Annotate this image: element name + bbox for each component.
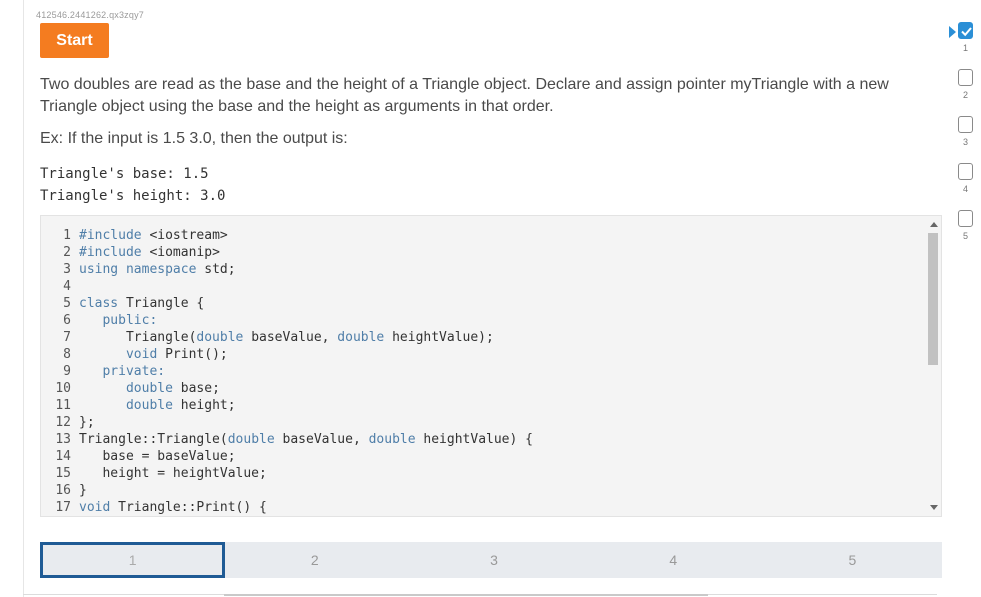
line-number: 12 [55, 415, 71, 430]
code-text[interactable]: #include <iomanip> [79, 244, 220, 261]
step-number: 1 [962, 43, 968, 53]
example-text: Ex: If the input is 1.5 3.0, then the ou… [40, 130, 348, 147]
code-line[interactable]: 16} [41, 482, 533, 499]
code-line[interactable]: 11 double height; [41, 397, 533, 414]
code-text[interactable]: double height; [79, 397, 236, 414]
checkbox-icon [958, 210, 973, 227]
code-line[interactable]: 5 class Triangle { [41, 295, 533, 312]
step-number: 5 [962, 231, 968, 241]
line-number: 1 [63, 228, 71, 243]
progress-step-4: 4 [958, 163, 976, 210]
checkbox-icon [958, 116, 973, 133]
left-divider [23, 0, 24, 597]
line-number: 16 [55, 483, 71, 498]
prompt-text: Two doubles are read as the base and the… [40, 76, 889, 115]
line-number: 14 [55, 449, 71, 464]
step-number: 3 [962, 137, 968, 147]
code-text[interactable]: Triangle(double baseValue, double height… [79, 329, 494, 346]
code-text[interactable]: } [79, 482, 87, 499]
checkbox-icon [958, 69, 973, 86]
scroll-down-arrow-icon[interactable] [930, 505, 938, 510]
level-button-2[interactable]: 2 [225, 542, 404, 578]
line-number: 13 [55, 432, 71, 447]
progress-steps: 1 2 3 4 5 [958, 22, 976, 257]
level-selector: 1 2 3 4 5 [40, 542, 942, 578]
code-text[interactable]: using namespace std; [79, 261, 236, 278]
line-number: 9 [63, 364, 71, 379]
editor-scrollbar[interactable] [927, 216, 941, 516]
progress-step-1: 1 [958, 22, 976, 69]
level-button-5[interactable]: 5 [763, 542, 942, 578]
code-line[interactable]: 13 Triangle::Triangle(double baseValue, d… [41, 431, 533, 448]
line-number: 8 [63, 347, 71, 362]
code-text[interactable]: double base; [79, 380, 220, 397]
code-line[interactable]: 3 using namespace std; [41, 261, 533, 278]
step-number: 2 [962, 90, 968, 100]
line-number: 6 [63, 313, 71, 328]
checkbox-icon [958, 163, 973, 180]
code-text[interactable]: public: [79, 312, 157, 329]
line-number: 15 [55, 466, 71, 481]
line-number: 17 [55, 500, 71, 515]
code-line[interactable]: 9 private: [41, 363, 533, 380]
output-line: Triangle's base: 1.5 [40, 166, 209, 182]
step-number: 4 [962, 184, 968, 194]
line-number: 2 [63, 245, 71, 260]
code-text[interactable]: base = baseValue; [79, 448, 235, 465]
code-text[interactable]: void Triangle::Print() { [79, 499, 267, 516]
code-line[interactable]: 12}; [41, 414, 533, 431]
current-step-arrow-icon [949, 26, 956, 38]
code-text[interactable]: class Triangle { [79, 295, 204, 312]
bottom-divider-accent [224, 594, 708, 596]
code-line[interactable]: 2 #include <iomanip> [41, 244, 533, 261]
code-text[interactable]: height = heightValue; [79, 465, 266, 482]
progress-step-3: 3 [958, 116, 976, 163]
expected-output: Triangle's base: 1.5 Triangle's height: … [40, 163, 225, 207]
code-text[interactable]: #include <iostream> [79, 227, 228, 244]
code-line[interactable]: 10 double base; [41, 380, 533, 397]
progress-step-2: 2 [958, 69, 976, 116]
line-number: 11 [55, 398, 71, 413]
code-text[interactable]: private: [79, 363, 165, 380]
code-line[interactable]: 8 void Print(); [41, 346, 533, 363]
line-number: 7 [63, 330, 71, 345]
code-line[interactable]: 17 void Triangle::Print() { [41, 499, 533, 516]
code-line[interactable]: 1 #include <iostream> [41, 227, 533, 244]
code-line[interactable]: 4 [41, 278, 533, 295]
code-editor[interactable]: 1 #include <iostream> 2 #include <iomanip> 3… [40, 215, 942, 517]
line-number: 5 [63, 296, 71, 311]
activity-id: 412546.2441262.qx3zqy7 [36, 10, 144, 20]
code-line[interactable]: 14 base = baseValue; [41, 448, 533, 465]
progress-step-5: 5 [958, 210, 976, 257]
line-number: 4 [63, 279, 71, 294]
level-button-3[interactable]: 3 [404, 542, 583, 578]
line-number: 10 [55, 381, 71, 396]
start-button[interactable]: Start [40, 23, 109, 58]
scrollbar-thumb[interactable] [928, 233, 938, 365]
code-line[interactable]: 15 height = heightValue; [41, 465, 533, 482]
level-button-1[interactable]: 1 [40, 542, 226, 578]
output-line: Triangle's height: 3.0 [40, 188, 226, 204]
line-number: 3 [63, 262, 71, 277]
code-line[interactable]: 6 public: [41, 312, 533, 329]
code-text[interactable]: void Print(); [79, 346, 228, 363]
level-button-4[interactable]: 4 [584, 542, 763, 578]
checkmark-icon [958, 22, 973, 39]
code-text[interactable]: }; [79, 414, 95, 431]
code-line[interactable]: 7 Triangle(double baseValue, double heig… [41, 329, 533, 346]
scroll-up-arrow-icon[interactable] [930, 222, 938, 227]
code-lines[interactable]: 1 #include <iostream> 2 #include <iomanip> 3… [41, 227, 533, 516]
code-text[interactable]: Triangle::Triangle(double baseValue, dou… [79, 431, 533, 448]
